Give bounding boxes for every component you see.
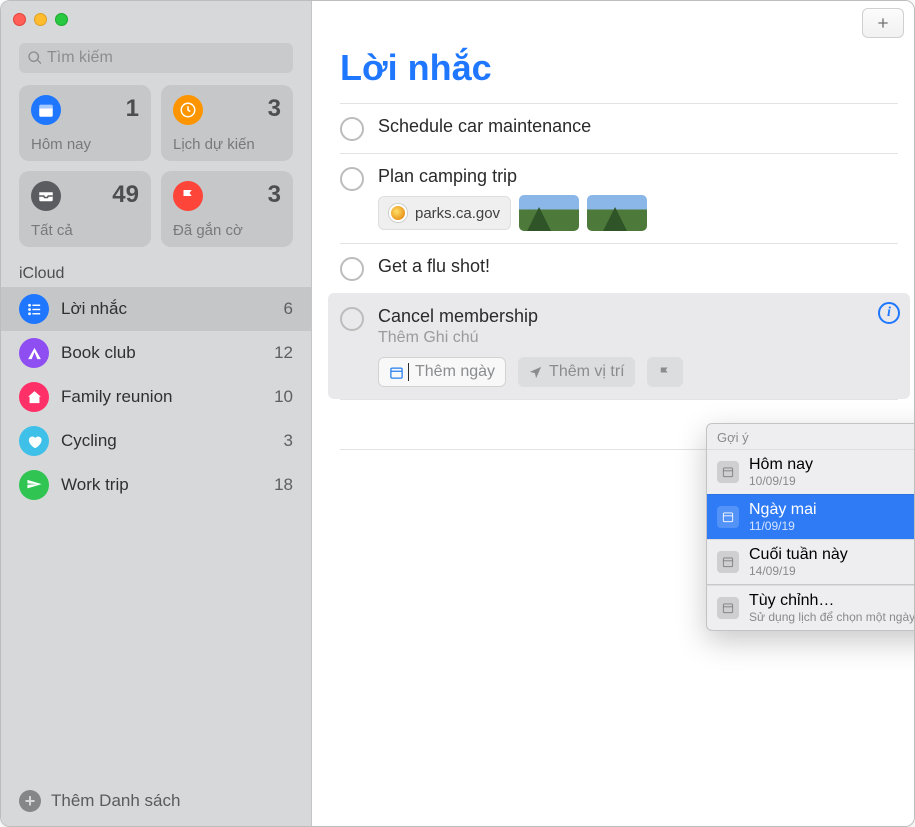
suggestion-subtitle: 11/09/19: [749, 519, 817, 533]
suggestion-tomorrow[interactable]: Ngày mai 11/09/19: [707, 494, 915, 539]
add-date-label: Thêm ngày: [415, 363, 495, 381]
search-placeholder: Tìm kiếm: [47, 49, 113, 67]
section-icloud: iCloud: [1, 261, 311, 287]
reminder-row[interactable]: Get a flu shot!: [340, 243, 898, 293]
sidebar-item-count: 10: [274, 387, 293, 407]
reminder-row-editing[interactable]: Cancel membership Thêm Ghi chú Thêm ngày…: [328, 293, 910, 399]
calendar-icon: [717, 597, 739, 619]
suggestion-custom[interactable]: Tùy chỉnh… Sử dụng lịch để chọn một ngày: [707, 585, 915, 630]
sidebar-item-label: Book club: [61, 343, 136, 363]
list-bullet-icon: [19, 294, 49, 324]
sidebar-item-count: 3: [284, 431, 293, 451]
sidebar-item-cycling[interactable]: Cycling 3: [1, 419, 311, 463]
toolbar: [312, 1, 914, 45]
reminder-row[interactable]: Plan camping trip parks.ca.gov: [340, 153, 898, 243]
window-controls: [1, 1, 311, 29]
flag-icon: [657, 365, 672, 380]
reminder-title: Get a flu shot!: [378, 256, 898, 277]
suggestion-title: Hôm nay: [749, 456, 813, 474]
sidebar-item-label: Cycling: [61, 431, 117, 451]
sidebar-item-reminders[interactable]: Lời nhắc 6: [1, 287, 311, 331]
close-icon[interactable]: [13, 13, 26, 26]
add-location-pill[interactable]: Thêm vị trí: [518, 357, 635, 387]
flag-icon: [173, 181, 203, 211]
sidebar-item-family-reunion[interactable]: Family reunion 10: [1, 375, 311, 419]
search-input[interactable]: Tìm kiếm: [19, 43, 293, 73]
reminder-title: Cancel membership: [378, 306, 898, 327]
calendar-icon: [389, 365, 404, 380]
link-label: parks.ca.gov: [415, 205, 500, 222]
suggestion-subtitle: Sử dụng lịch để chọn một ngày: [749, 610, 915, 624]
app-window: Tìm kiếm 1 Hôm nay 3 Lịch: [0, 0, 915, 827]
complete-toggle[interactable]: [340, 307, 364, 331]
link-attachment[interactable]: parks.ca.gov: [378, 196, 511, 230]
main-panel: Lời nhắc Schedule car maintenance Plan c…: [312, 1, 914, 826]
card-all[interactable]: 49 Tất cả: [19, 171, 151, 247]
complete-toggle[interactable]: [340, 167, 364, 191]
plus-icon: [875, 15, 891, 31]
attachments: parks.ca.gov: [378, 195, 898, 231]
calendar-icon: [717, 506, 739, 528]
suggestion-subtitle: 14/09/19: [749, 564, 848, 578]
note-placeholder[interactable]: Thêm Ghi chú: [378, 329, 898, 347]
image-attachment[interactable]: [587, 195, 647, 231]
location-arrow-icon: [528, 365, 543, 380]
plus-circle-icon: +: [19, 790, 41, 812]
sidebar-item-label: Family reunion: [61, 387, 173, 407]
house-icon: [19, 382, 49, 412]
suggestion-today[interactable]: Hôm nay 10/09/19: [707, 449, 915, 494]
suggestion-subtitle: 10/09/19: [749, 474, 813, 488]
date-suggestion-popover: Gợi ý Hôm nay 10/09/19 Ngày mai 11/09/19: [706, 423, 915, 631]
sidebar-item-count: 6: [284, 299, 293, 319]
inbox-icon: [31, 181, 61, 211]
sidebar-item-book-club[interactable]: Book club 12: [1, 331, 311, 375]
add-reminder-button[interactable]: [862, 8, 904, 38]
reminder-title: Schedule car maintenance: [378, 116, 898, 137]
list-container: Lời nhắc 6 Book club 12 Family reunion 1…: [1, 287, 311, 776]
suggestion-weekend[interactable]: Cuối tuần này 14/09/19: [707, 539, 915, 584]
favicon-icon: [389, 204, 407, 222]
add-list-button[interactable]: + Thêm Danh sách: [1, 776, 311, 826]
suggestion-title: Ngày mai: [749, 501, 817, 519]
popover-heading: Gợi ý: [707, 424, 915, 449]
reminder-row[interactable]: Schedule car maintenance: [340, 103, 898, 153]
sidebar-item-work-trip[interactable]: Work trip 18: [1, 463, 311, 507]
info-button[interactable]: i: [878, 302, 900, 324]
suggestion-title: Tùy chỉnh…: [749, 592, 915, 610]
card-scheduled[interactable]: 3 Lịch dự kiến: [161, 85, 293, 161]
card-flagged[interactable]: 3 Đã gắn cờ: [161, 171, 293, 247]
sidebar-item-label: Lời nhắc: [61, 299, 127, 319]
reminder-title: Plan camping trip: [378, 166, 898, 187]
add-location-label: Thêm vị trí: [549, 363, 625, 381]
sidebar-item-label: Work trip: [61, 475, 129, 495]
sidebar-item-count: 18: [274, 475, 293, 495]
heart-icon: [19, 426, 49, 456]
text-caret: [408, 363, 409, 381]
airplane-icon: [19, 470, 49, 500]
search-icon: [27, 50, 43, 66]
tent-icon: [19, 338, 49, 368]
calendar-icon: [717, 461, 739, 483]
page-title: Lời nhắc: [312, 45, 914, 103]
image-attachment[interactable]: [519, 195, 579, 231]
card-today[interactable]: 1 Hôm nay: [19, 85, 151, 161]
maximize-icon[interactable]: [55, 13, 68, 26]
suggestion-title: Cuối tuần này: [749, 546, 848, 564]
calendar-icon: [717, 551, 739, 573]
minimize-icon[interactable]: [34, 13, 47, 26]
complete-toggle[interactable]: [340, 257, 364, 281]
calendar-today-icon: [31, 95, 61, 125]
add-list-label: Thêm Danh sách: [51, 791, 180, 811]
sidebar-item-count: 12: [274, 343, 293, 363]
sidebar: Tìm kiếm 1 Hôm nay 3 Lịch: [1, 1, 312, 826]
reminder-list: Schedule car maintenance Plan camping tr…: [312, 103, 914, 450]
complete-toggle[interactable]: [340, 117, 364, 141]
add-date-pill[interactable]: Thêm ngày: [378, 357, 506, 387]
clock-icon: [173, 95, 203, 125]
smart-list-cards: 1 Hôm nay 3 Lịch dự kiến 49: [1, 85, 311, 261]
flag-pill[interactable]: [647, 357, 683, 387]
